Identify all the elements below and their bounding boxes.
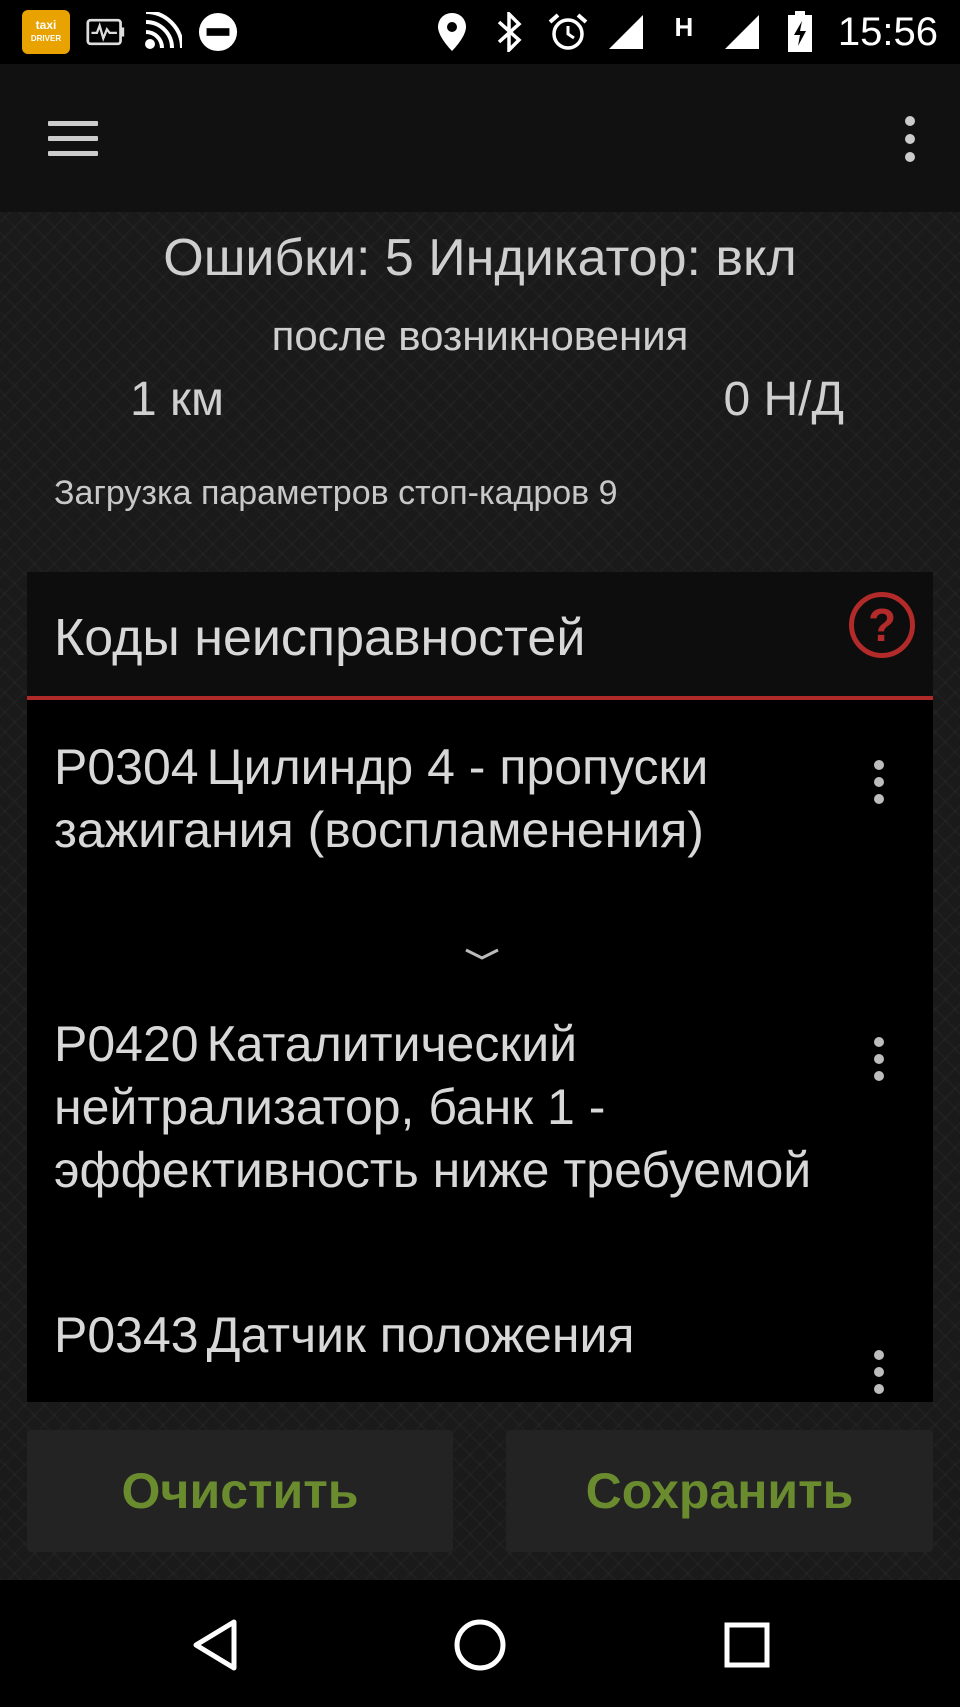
freeze-frame-loading-status: Загрузка параметров стоп-кадров 9: [54, 474, 618, 512]
dot: [874, 1037, 884, 1047]
expand-chevron-icon[interactable]: [462, 944, 502, 968]
alarm-icon: [548, 12, 588, 52]
dtc-item-more-icon[interactable]: [873, 760, 885, 804]
back-icon[interactable]: [180, 1610, 250, 1680]
network-h-icon: H: [664, 12, 704, 52]
menu-line: [48, 135, 98, 141]
errors-indicator-summary: Ошибки: 5 Индикатор: вкл: [163, 229, 797, 287]
card-header: Коды неисправностей ?: [27, 572, 933, 700]
distance-value: 1 км: [130, 373, 225, 426]
menu-line: [48, 120, 98, 126]
dtc-item[interactable]: P0304 Цилиндр 4 - пропуски зажигания (вос…: [54, 736, 814, 862]
status-bar-right: H 15:56: [432, 8, 938, 56]
card-title: Коды неисправностей: [54, 609, 586, 667]
help-icon[interactable]: ?: [849, 592, 915, 658]
dtc-item-more-icon[interactable]: [873, 1350, 885, 1394]
more-vert-icon[interactable]: [900, 104, 920, 174]
network-type-label: H: [674, 12, 694, 42]
hamburger-menu-icon[interactable]: [40, 108, 110, 168]
battery-charging-icon: [780, 11, 820, 52]
menu-line: [48, 150, 98, 156]
app-icon-line1: taxi: [35, 18, 57, 32]
bluetooth-icon: [490, 12, 530, 52]
dot: [874, 794, 884, 804]
dtc-item[interactable]: P0343 Датчик положения: [54, 1304, 814, 1367]
obd-monitor-icon: [86, 12, 126, 52]
recents-icon[interactable]: [712, 1610, 782, 1680]
time-value: 0 Н/Д: [723, 373, 844, 426]
status-time: 15:56: [837, 9, 938, 54]
dot: [874, 760, 884, 770]
dot: [874, 1071, 884, 1081]
dtc-code: P0420: [54, 1016, 199, 1072]
save-button[interactable]: Сохранить: [506, 1430, 933, 1552]
cell-signal-icon-2: [722, 12, 762, 52]
dtc-code: P0304: [54, 739, 199, 795]
cell-signal-icon: [606, 12, 646, 52]
do-not-disturb-icon: [198, 12, 238, 52]
system-nav-bar: [0, 1580, 960, 1707]
app-icon-line2: DRIVER: [30, 34, 62, 43]
dtc-description: Датчик положения: [206, 1307, 635, 1363]
dot: [905, 134, 915, 144]
taxi-driver-app-icon: taxi DRIVER: [22, 10, 70, 54]
app-toolbar: [0, 64, 960, 212]
help-glyph: ?: [867, 599, 897, 651]
trouble-codes-card: Коды неисправностей ? P0304 Цилиндр 4 - п…: [27, 572, 933, 1402]
home-icon[interactable]: [445, 1610, 515, 1680]
wifi-signal-icon: [142, 12, 182, 52]
dot: [874, 777, 884, 787]
dtc-item-more-icon[interactable]: [873, 1037, 885, 1081]
dot: [874, 1350, 884, 1360]
dot: [874, 1054, 884, 1064]
status-bar-left: taxi DRIVER: [22, 8, 238, 56]
dot: [905, 116, 915, 126]
dot: [874, 1367, 884, 1377]
dot: [905, 152, 915, 162]
dot: [874, 1384, 884, 1394]
dtc-item[interactable]: P0420 Каталитический нейтрализатор, банк …: [54, 1013, 814, 1202]
location-icon: [432, 12, 472, 52]
dtc-code: P0343: [54, 1307, 199, 1363]
after-occurrence-label: после возникновения: [271, 312, 689, 359]
status-bar: taxi DRIVER H 15:56: [0, 0, 960, 64]
clear-button[interactable]: Очистить: [27, 1430, 453, 1552]
